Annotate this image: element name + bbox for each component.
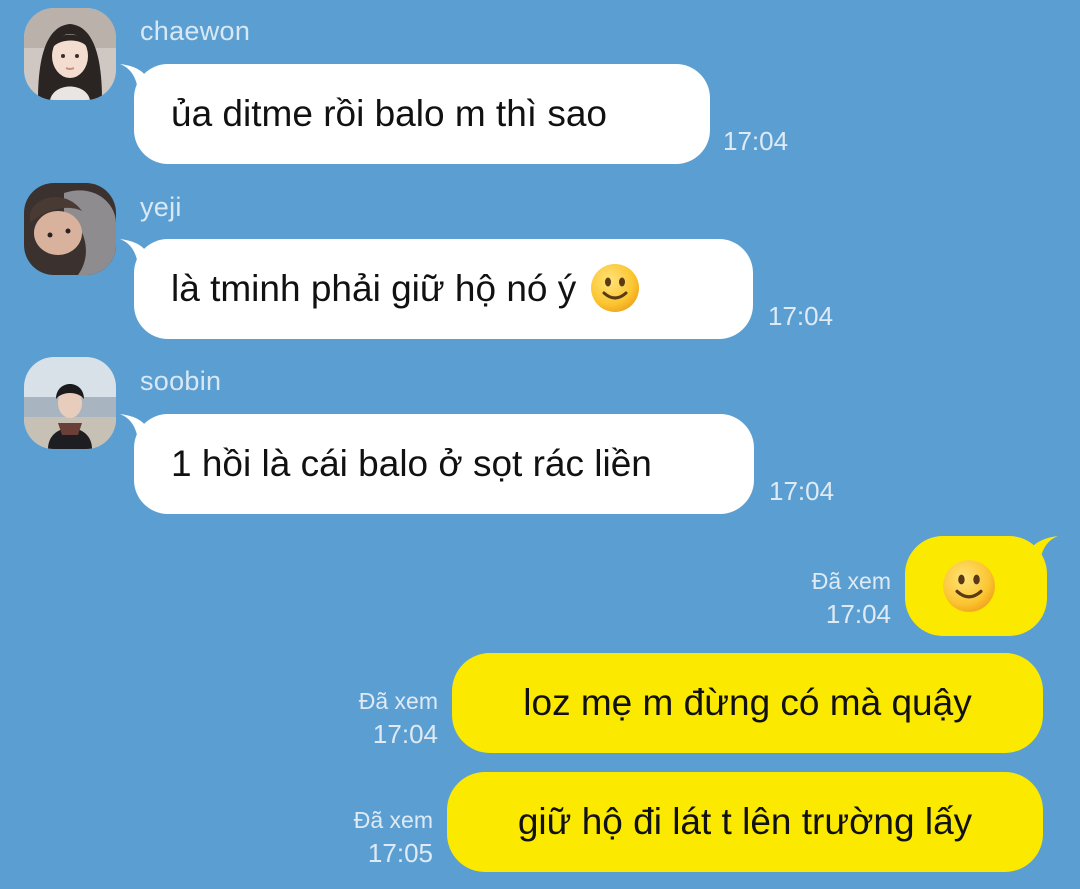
message-text: là tminh phải giữ hộ nó ý — [171, 268, 577, 309]
message-text: loz mẹ m đừng có mà quậy — [523, 682, 972, 723]
message-meta: Đã xem 17:04 — [812, 566, 891, 632]
avatar-yeji[interactable] — [24, 183, 116, 275]
sender-name: soobin — [140, 366, 222, 396]
message-meta: Đã xem 17:04 — [359, 686, 438, 752]
message-text: giữ hộ đi lát t lên trường lấy — [517, 801, 973, 842]
read-receipt: Đã xem — [811, 568, 891, 594]
message-text: 1 hồi là cái balo ở sọt rác liền — [171, 443, 652, 484]
message-meta: Đã xem 17:05 — [354, 805, 433, 871]
message-text: ủa ditme rồi balo m thì sao — [171, 93, 607, 134]
avatar-soobin-photo — [24, 357, 116, 449]
message-time: 17:05 — [367, 838, 433, 868]
message-time: 17:04 — [769, 476, 835, 506]
message-bubble[interactable]: loz mẹ m đừng có mà quậy — [452, 653, 1043, 753]
avatar-yeji-photo — [24, 183, 116, 275]
read-receipt: Đã xem — [358, 688, 438, 714]
message-bubble[interactable] — [905, 536, 1047, 636]
message-bubble[interactable]: là tminh phải giữ hộ nó ý — [134, 239, 753, 339]
slightly-smiling-face-icon — [942, 559, 996, 613]
read-receipt: Đã xem — [353, 807, 433, 833]
message-bubble[interactable]: giữ hộ đi lát t lên trường lấy — [447, 772, 1043, 872]
message-time: 17:04 — [768, 301, 834, 331]
message-time: 17:04 — [723, 126, 789, 156]
avatar-soobin[interactable] — [24, 357, 116, 449]
message-bubble[interactable]: ủa ditme rồi balo m thì sao — [134, 64, 710, 164]
avatar-chaewon[interactable] — [24, 8, 116, 100]
message-bubble[interactable]: 1 hồi là cái balo ở sọt rác liền — [134, 414, 754, 514]
sender-name: yeji — [140, 192, 182, 222]
slightly-smiling-face-icon — [590, 263, 640, 313]
avatar-chaewon-photo — [24, 8, 116, 100]
message-time: 17:04 — [825, 599, 891, 629]
sender-name: chaewon — [140, 16, 251, 46]
message-time: 17:04 — [372, 719, 438, 749]
